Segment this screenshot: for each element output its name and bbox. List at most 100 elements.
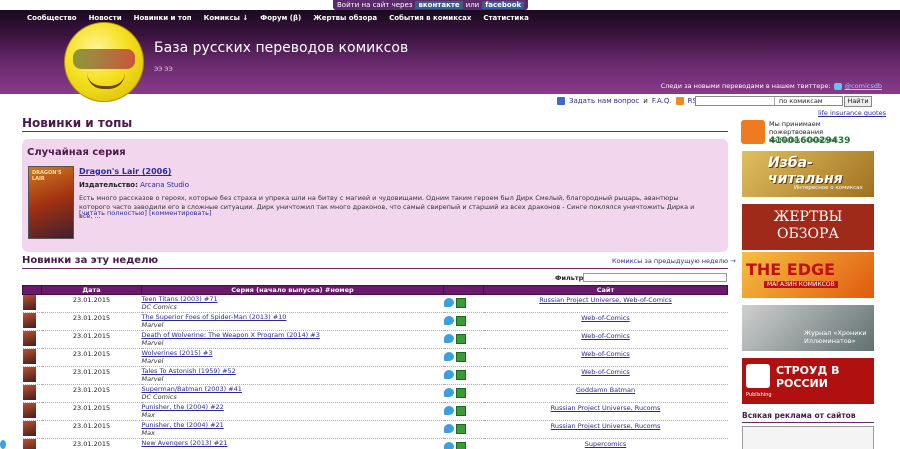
the-edge-banner[interactable]: THE EDGE МАГАЗИН КОМИКСОВ [742, 252, 874, 298]
series-link[interactable]: Death of Wolverine: The Weapon X Program… [142, 331, 320, 339]
site-link[interactable]: Russian Project Universe, Rucoms [551, 404, 661, 412]
comic-thumbnail[interactable] [22, 439, 36, 449]
download-icon[interactable] [455, 370, 466, 380]
download-icon[interactable] [455, 388, 466, 398]
illuminati-chronicles-banner[interactable]: Журнал «Хроники Иллюминатов» [742, 305, 874, 351]
sunglasses-icon [73, 49, 135, 69]
facebook-login-button[interactable]: facebook [482, 1, 525, 9]
series-publisher: Marvel [141, 321, 164, 329]
series-link[interactable]: Superman/Batman (2003) #41 [142, 385, 242, 393]
rss-icon[interactable] [675, 97, 684, 105]
chat-bubble-icon[interactable] [0, 440, 6, 449]
comic-thumbnail[interactable] [22, 295, 36, 310]
series-link[interactable]: Punisher, the (2004) #22 [142, 403, 224, 411]
life-insurance-link[interactable]: life insurance quotes [818, 109, 886, 117]
comment-icon[interactable] [443, 406, 454, 415]
nav-news[interactable]: Новости [89, 14, 122, 22]
search-button[interactable]: Найти [844, 96, 872, 107]
ask-question-link[interactable]: Задать нам вопрос [569, 97, 639, 105]
publisher-link[interactable]: Arcana Studio [140, 181, 189, 189]
row-thumb [22, 438, 42, 449]
stroud-banner[interactable]: СТРОУД В РОССИИ Publishing [742, 358, 874, 404]
ad-image[interactable] [742, 426, 874, 449]
faq-link[interactable]: F.A.Q. [652, 97, 672, 105]
site-header: Сообщество Новости Новинки и топ Комиксы… [0, 10, 900, 102]
comic-thumbnail[interactable] [22, 313, 36, 328]
series-publisher: Marvel [141, 339, 164, 347]
comment-icon[interactable] [443, 424, 454, 433]
comic-thumbnail[interactable] [22, 385, 36, 400]
comment-icon[interactable] [443, 370, 454, 379]
twitter-handle-link[interactable]: @comicsdb [845, 82, 882, 90]
twitter-icon[interactable] [833, 82, 842, 90]
download-icon[interactable] [455, 442, 466, 449]
site-logo-smiley[interactable] [64, 22, 144, 102]
site-link[interactable]: Goddamn Batman [576, 386, 635, 394]
search-scope-select[interactable]: по комиксам [774, 97, 842, 105]
izba-chitalnya-banner[interactable]: Изба-читальня Интересное о комиксах [742, 151, 874, 197]
site-link[interactable]: Russian Project Universe, Web-of-Comics [539, 296, 672, 304]
series-cover-image[interactable]: DRAGON'S LAIR [28, 166, 74, 239]
row-series: Tales To Astonish (1959) #52 Marvel [141, 366, 444, 385]
yandex-wallet-icon[interactable] [741, 120, 765, 144]
nav-comics[interactable]: Комиксы ↓ [204, 14, 249, 22]
read-more-link[interactable]: [читать полностью] [79, 209, 147, 217]
site-link[interactable]: Web-of-Comics [581, 314, 630, 322]
site-link[interactable]: Supercomics [585, 440, 627, 448]
victims-review-banner[interactable]: ЖЕРТВЫ ОБЗОРА [742, 204, 874, 250]
site-link[interactable]: Web-of-Comics [581, 368, 630, 376]
series-link[interactable]: The Superior Foes of Spider-Man (2013) #… [142, 313, 287, 321]
random-series-link[interactable]: Dragon's Lair (2006) [79, 167, 171, 176]
nav-forum[interactable]: Форум (β) [260, 14, 301, 22]
row-actions [443, 420, 484, 439]
download-icon[interactable] [455, 334, 466, 344]
download-icon[interactable] [455, 316, 466, 326]
series-link[interactable]: Teen Titans (2003) #71 [142, 295, 218, 303]
series-publisher: Marvel [141, 375, 164, 383]
comic-thumbnail[interactable] [22, 403, 36, 418]
random-series-box: Случайная серия DRAGON'S LAIR Dragon's L… [22, 139, 728, 252]
download-icon[interactable] [455, 352, 466, 362]
download-icon[interactable] [455, 424, 466, 434]
nav-victims[interactable]: Жертвы обзора [313, 14, 377, 22]
comment-icon[interactable] [443, 388, 454, 397]
header-date[interactable]: Дата [41, 285, 142, 295]
nav-events[interactable]: События в комиксах [389, 14, 471, 22]
table-row: 23.01.2015 Superman/Batman (2003) #41 DC … [22, 384, 728, 403]
series-link[interactable]: Tales To Astonish (1959) #52 [142, 367, 236, 375]
comic-thumbnail[interactable] [22, 367, 36, 382]
comic-thumbnail[interactable] [22, 331, 36, 346]
download-icon[interactable] [455, 406, 466, 416]
series-publisher: Marvel [141, 357, 164, 365]
filter-input[interactable] [583, 273, 727, 282]
comment-icon[interactable] [443, 334, 454, 343]
site-link[interactable]: Web-of-Comics [581, 350, 630, 358]
wallet-number: 4100160029439 [769, 136, 851, 146]
row-actions [443, 348, 484, 367]
comment-icon[interactable] [443, 352, 454, 361]
site-link[interactable]: Web-of-Comics [581, 332, 630, 340]
row-thumb [22, 348, 42, 367]
vk-login-button[interactable]: вконтакте [415, 1, 463, 9]
header-series[interactable]: Серия (начало выпуска) #номер [141, 285, 444, 295]
series-link[interactable]: Punisher, the (2004) #21 [142, 421, 224, 429]
header-site[interactable]: Сайт [483, 285, 728, 295]
comment-link[interactable]: [комментировать] [149, 209, 212, 217]
nav-new-and-top[interactable]: Новинки и топ [134, 14, 192, 22]
site-link[interactable]: Russian Project Universe, Rucoms [551, 422, 661, 430]
row-thumb [22, 366, 42, 385]
comment-icon[interactable] [443, 442, 454, 449]
comment-icon[interactable] [443, 298, 454, 307]
row-date: 23.01.2015 [41, 348, 142, 367]
nav-statistics[interactable]: Статистика [483, 14, 528, 22]
nav-community[interactable]: Сообщество [27, 14, 77, 22]
series-link[interactable]: New Avengers (2013) #21 [142, 439, 228, 447]
comment-icon[interactable] [443, 316, 454, 325]
download-icon[interactable] [455, 298, 466, 308]
search-input[interactable] [696, 97, 774, 105]
series-link[interactable]: Wolverines (2015) #3 [142, 349, 213, 357]
previous-week-link[interactable]: Комиксы за предыдущую неделю → [612, 257, 736, 265]
comic-thumbnail[interactable] [22, 421, 36, 436]
comic-thumbnail[interactable] [22, 349, 36, 364]
row-site: Web-of-Comics [483, 366, 728, 385]
